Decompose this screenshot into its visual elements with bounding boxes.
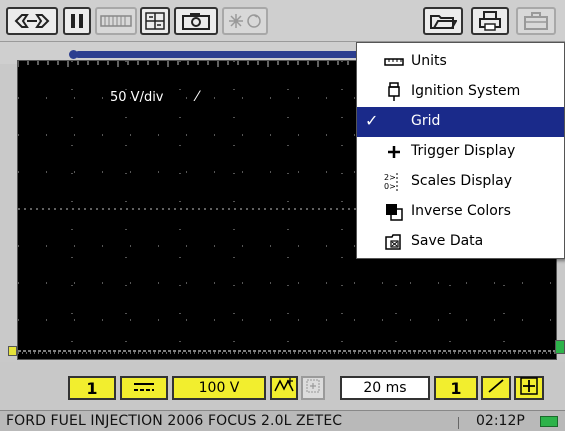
- vehicle-description: FORD FUEL INJECTION 2006 FOCUS 2.0L ZETE…: [6, 413, 343, 429]
- menu-item-units[interactable]: Units: [357, 47, 564, 77]
- check-icon: ✓: [365, 111, 379, 130]
- save-data-icon: [383, 232, 405, 252]
- auto-scale-icon: [274, 377, 294, 399]
- probe-connect-icon: [13, 12, 51, 30]
- toolbox-icon: [523, 12, 549, 30]
- svg-text:2>: 2>: [384, 173, 396, 182]
- clock: 02:12P: [476, 413, 525, 429]
- menu-item-scales-display[interactable]: 2> 0> Scales Display: [357, 167, 564, 197]
- scanner-screen: 50 V/div ⁄ Units Ignition System ✓ Grid …: [0, 0, 565, 431]
- rising-edge-icon: [487, 378, 505, 398]
- coupling-button[interactable]: [120, 376, 168, 400]
- menu-item-trigger-display[interactable]: Trigger Display: [357, 137, 564, 167]
- battery-icon: [540, 416, 558, 427]
- printer-icon: [478, 11, 502, 31]
- volts-range-button[interactable]: 100 V: [172, 376, 266, 400]
- menu-item-label: Inverse Colors: [411, 203, 511, 219]
- timebase-button[interactable]: 20 ms: [340, 376, 430, 400]
- open-file-button[interactable]: [423, 7, 463, 35]
- trigger-slope-icon: ⁄: [196, 89, 199, 105]
- cursor-sync-icon: [227, 12, 263, 30]
- volts-per-div-label: 50 V/div: [110, 90, 164, 105]
- spark-plug-icon: [383, 82, 405, 102]
- print-button[interactable]: [471, 7, 509, 35]
- trigger-channel-button[interactable]: 1: [434, 376, 478, 400]
- buffer-position-bar[interactable]: [69, 50, 365, 59]
- menu-item-label: Scales Display: [411, 173, 513, 189]
- menu-item-label: Ignition System: [411, 83, 521, 99]
- pause-icon: [70, 13, 84, 29]
- inverse-colors-icon: [383, 202, 405, 222]
- menu-item-inverse-colors[interactable]: Inverse Colors: [357, 197, 564, 227]
- camera-icon: [181, 11, 211, 31]
- channel-zero-marker[interactable]: [8, 346, 17, 356]
- menu-item-label: Units: [411, 53, 447, 69]
- folder-icon: [429, 12, 457, 30]
- scales-icon: 2> 0>: [383, 172, 405, 192]
- plus-icon: [383, 142, 405, 162]
- trigger-slope-button[interactable]: [481, 376, 511, 400]
- zoom-button[interactable]: [140, 7, 170, 35]
- menu-item-grid[interactable]: ✓ Grid: [357, 107, 564, 137]
- trigger-level-marker[interactable]: [555, 340, 565, 354]
- auto-setup-icon: [305, 378, 321, 398]
- auto-setup-button[interactable]: [301, 376, 325, 400]
- menu-item-label: Save Data: [411, 233, 484, 249]
- top-toolbar: [0, 0, 565, 42]
- trigger-position-button[interactable]: [514, 376, 544, 400]
- tools-dropdown-menu: Units Ignition System ✓ Grid Trigger Dis…: [356, 42, 565, 259]
- menu-item-ignition-system[interactable]: Ignition System: [357, 77, 564, 107]
- connect-button[interactable]: [6, 7, 58, 35]
- screenshot-button[interactable]: [174, 7, 218, 35]
- auto-scale-button[interactable]: [270, 376, 298, 400]
- menu-item-save-data[interactable]: Save Data: [357, 227, 564, 257]
- status-bar: FORD FUEL INJECTION 2006 FOCUS 2.0L ZETE…: [0, 410, 565, 431]
- status-divider: [458, 417, 459, 429]
- channel-select-button[interactable]: 1: [68, 376, 116, 400]
- buffer-button[interactable]: [95, 7, 137, 35]
- menu-item-label: Grid: [411, 113, 441, 129]
- zoom-grid-icon: [145, 12, 165, 30]
- pause-button[interactable]: [63, 7, 91, 35]
- cursor-button[interactable]: [222, 7, 268, 35]
- dc-coupling-icon: [133, 380, 155, 396]
- crosshair-icon: [520, 377, 538, 399]
- svg-text:0>: 0>: [384, 182, 396, 191]
- ruler-icon: [383, 52, 405, 72]
- tools-menu-button[interactable]: [516, 7, 556, 35]
- menu-item-label: Trigger Display: [411, 143, 516, 159]
- buffer-icon: [100, 14, 132, 28]
